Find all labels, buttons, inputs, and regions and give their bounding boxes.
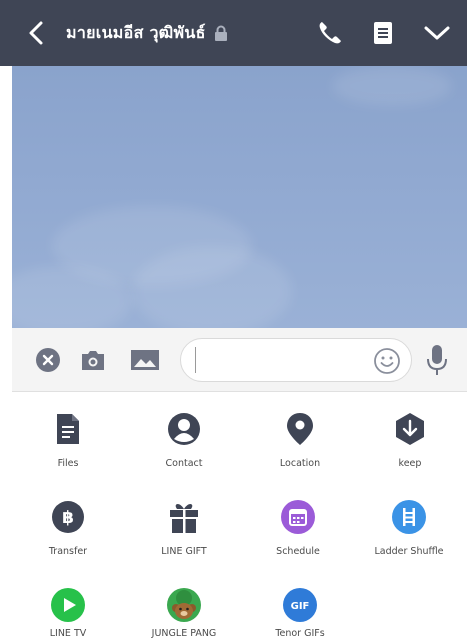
feature-label: keep: [398, 458, 422, 469]
jungle-pang-icon: [167, 588, 201, 622]
keep-icon: [393, 412, 427, 446]
feature-tenor-gifs[interactable]: GIF Tenor GIFs: [242, 588, 358, 640]
feature-label: Location: [279, 458, 321, 469]
message-input-bar: [12, 328, 467, 392]
notes-icon[interactable]: [369, 19, 397, 47]
phone-icon[interactable]: [316, 19, 344, 47]
microphone-icon[interactable]: [426, 344, 448, 376]
feature-label: Transfer: [48, 546, 88, 557]
feature-transfer[interactable]: ฿ Transfer: [10, 500, 126, 562]
image-icon[interactable]: [130, 349, 160, 371]
message-input[interactable]: [195, 347, 365, 373]
chat-title-area[interactable]: มายเนมอีส วุฒิพันธ์: [66, 19, 228, 47]
chevron-left-icon[interactable]: [22, 18, 52, 48]
feature-label: LINE GIFT: [161, 546, 207, 557]
gif-icon-text: GIF: [291, 601, 310, 612]
feature-label: Files: [57, 458, 79, 469]
feature-files[interactable]: Files: [10, 412, 126, 474]
feature-keep[interactable]: keep: [352, 412, 467, 474]
feature-grid: Files Contact Location keep ฿ Transfer L…: [0, 392, 467, 641]
chat-header: มายเนมอีส วุฒิพันธ์: [0, 0, 467, 66]
feature-label: LINE TV: [49, 628, 87, 639]
chat-background[interactable]: [12, 66, 467, 328]
feature-label: JUNGLE PANG: [151, 628, 217, 639]
gif-icon: GIF: [283, 588, 317, 622]
camera-icon[interactable]: [80, 348, 106, 372]
feature-line-gift[interactable]: LINE GIFT: [126, 500, 242, 562]
gift-icon: [167, 500, 201, 534]
contact-icon: [167, 412, 201, 446]
feature-label: Ladder Shuffle: [374, 546, 444, 557]
feature-jungle-pang[interactable]: JUNGLE PANG: [126, 588, 242, 640]
feature-line-tv[interactable]: LINE TV: [10, 588, 126, 640]
feature-location[interactable]: Location: [242, 412, 358, 474]
feature-label: Contact: [165, 458, 203, 469]
location-pin-icon: [283, 412, 317, 446]
emoji-icon[interactable]: [373, 347, 401, 375]
file-icon: [51, 412, 85, 446]
feature-contact[interactable]: Contact: [126, 412, 242, 474]
feature-label: Tenor GIFs: [275, 628, 325, 639]
feature-ladder-shuffle[interactable]: Ladder Shuffle: [351, 500, 467, 562]
chevron-down-icon[interactable]: [423, 19, 451, 47]
svg-text:฿: ฿: [62, 508, 74, 528]
ladder-icon: [392, 500, 426, 534]
feature-schedule[interactable]: Schedule: [240, 500, 356, 562]
chat-title: มายเนมอีส วุฒิพันธ์: [66, 22, 206, 42]
message-box: [180, 338, 412, 382]
close-icon[interactable]: [36, 348, 60, 372]
baht-transfer-icon: ฿: [51, 500, 85, 534]
lock-icon: [214, 25, 228, 41]
calendar-icon: [281, 500, 315, 534]
play-icon: [51, 588, 85, 622]
feature-label: Schedule: [276, 546, 320, 557]
